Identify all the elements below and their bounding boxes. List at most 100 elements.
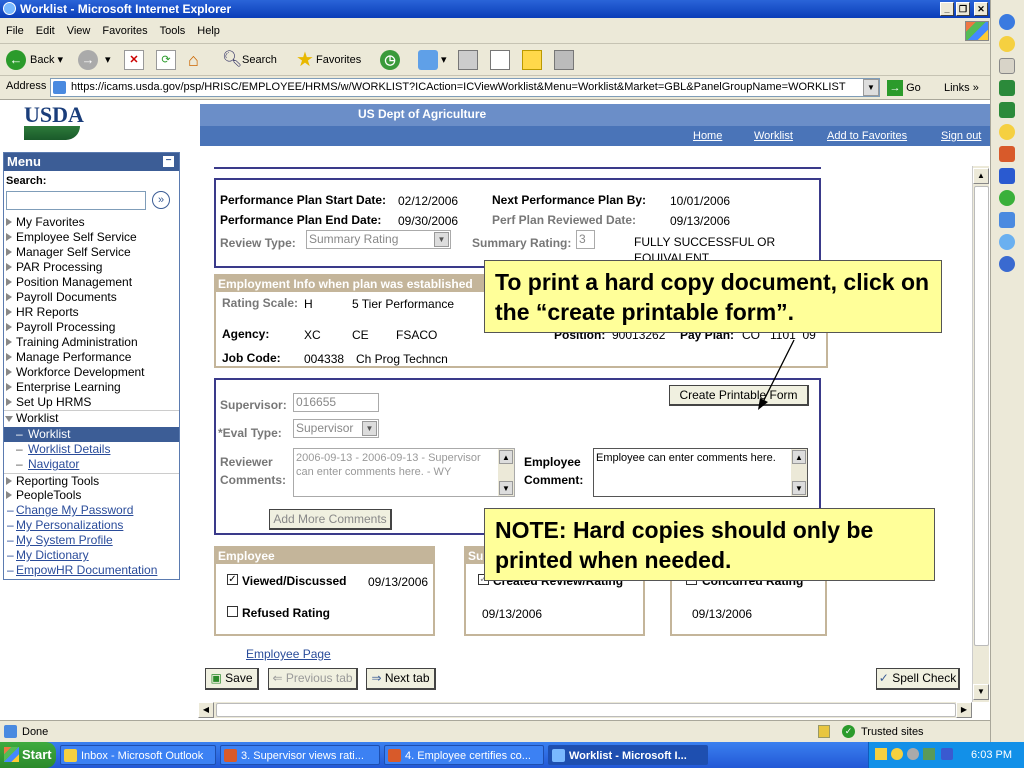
menu-favorites[interactable]: Favorites bbox=[96, 18, 153, 44]
print-button[interactable] bbox=[458, 48, 478, 72]
menu-view[interactable]: View bbox=[61, 18, 97, 44]
employee-page-link[interactable]: Employee Page bbox=[246, 647, 331, 661]
sidebar-item[interactable]: Worklist bbox=[4, 410, 179, 425]
scroll-thumb[interactable] bbox=[974, 186, 989, 646]
sidebar-link[interactable]: – My System Profile bbox=[4, 533, 179, 548]
sidebar-item[interactable]: Payroll Processing bbox=[4, 320, 179, 335]
task-ie-worklist[interactable]: Worklist - Microsoft I... bbox=[548, 745, 708, 765]
sidebar-item[interactable]: Manager Self Service bbox=[4, 245, 179, 260]
task-ppt-4[interactable]: 4. Employee certifies co... bbox=[384, 745, 544, 765]
sidebar-item[interactable]: Set Up HRMS bbox=[4, 395, 179, 410]
vertical-scrollbar[interactable]: ▲ ▼ bbox=[972, 166, 989, 702]
clock-time[interactable]: 6:03 PM bbox=[971, 749, 1012, 761]
discuss-button[interactable] bbox=[522, 48, 542, 72]
task-outlook[interactable]: Inbox - Microsoft Outlook bbox=[60, 745, 216, 765]
horizontal-scrollbar[interactable]: ◀ ▶ bbox=[198, 702, 972, 718]
sidebar-item[interactable]: Position Management bbox=[4, 275, 179, 290]
address-dropdown[interactable]: ▼ bbox=[863, 79, 879, 96]
security-tray-icon[interactable] bbox=[923, 748, 935, 760]
employee-comment-textarea[interactable]: Employee can enter comments here. ▲ ▼ bbox=[593, 448, 808, 497]
supervisor-input[interactable]: 016655 bbox=[293, 393, 379, 412]
scroll-up-icon[interactable]: ▲ bbox=[499, 450, 513, 464]
scroll-right-icon[interactable]: ▶ bbox=[956, 702, 972, 718]
excel-shortcut-icon[interactable] bbox=[999, 80, 1015, 96]
close-button[interactable]: ✕ bbox=[974, 2, 988, 16]
home-button[interactable]: ⌂ bbox=[188, 48, 208, 72]
spell-check-button[interactable]: ✓ Spell Check bbox=[876, 668, 960, 690]
history-button[interactable]: ◷ bbox=[380, 48, 404, 72]
worklist-link[interactable]: Worklist bbox=[754, 130, 793, 142]
menu-tools[interactable]: Tools bbox=[154, 18, 192, 44]
sidebar-item[interactable]: Employee Self Service bbox=[4, 230, 179, 245]
sidebar-item[interactable]: My Favorites bbox=[4, 215, 179, 230]
add-to-favorites-link[interactable]: Add to Favorites bbox=[827, 130, 907, 142]
sidebar-subitem[interactable]: – Worklist Details bbox=[4, 442, 179, 457]
favorites-button[interactable]: ★ Favorites bbox=[296, 48, 361, 72]
sidebar-item[interactable]: Payroll Documents bbox=[4, 290, 179, 305]
sidebar-item[interactable]: Training Administration bbox=[4, 335, 179, 350]
sidebar-link[interactable]: – EmpowHR Documentation bbox=[4, 563, 179, 578]
scroll-left-icon[interactable]: ◀ bbox=[198, 702, 214, 718]
sidebar-item[interactable]: Reporting Tools bbox=[4, 473, 179, 488]
menu-help[interactable]: Help bbox=[191, 18, 226, 44]
start-button[interactable]: Start bbox=[0, 742, 56, 768]
sidebar-item[interactable]: Workforce Development bbox=[4, 365, 179, 380]
sidebar-subitem[interactable]: – Worklist bbox=[4, 427, 179, 442]
links-button[interactable]: Links » bbox=[944, 79, 979, 97]
clock-shortcut-icon-2[interactable] bbox=[999, 124, 1015, 140]
excel-shortcut-icon-2[interactable] bbox=[999, 102, 1015, 118]
menu-edit[interactable]: Edit bbox=[30, 18, 61, 44]
collapse-icon[interactable]: − bbox=[163, 156, 174, 167]
sidebar-item[interactable]: Manage Performance bbox=[4, 350, 179, 365]
sidebar-link[interactable]: – Change My Password bbox=[4, 503, 179, 518]
home-link[interactable]: Home bbox=[693, 130, 722, 142]
menu-file[interactable]: File bbox=[0, 18, 30, 44]
forward-button[interactable]: → ▾ bbox=[78, 48, 111, 72]
shield-tray-icon[interactable] bbox=[941, 748, 953, 760]
media-shortcut-icon[interactable] bbox=[999, 256, 1015, 272]
sign-out-link[interactable]: Sign out bbox=[941, 130, 981, 142]
network-tray-icon[interactable] bbox=[907, 748, 919, 760]
mail-button[interactable]: ▾ bbox=[418, 48, 447, 72]
previous-tab-button[interactable]: ⇐ Previous tab bbox=[268, 668, 358, 690]
add-more-comments-button[interactable]: Add More Comments bbox=[269, 509, 392, 530]
sidebar-link[interactable]: – My Dictionary bbox=[4, 548, 179, 563]
next-tab-button[interactable]: ⇒ Next tab bbox=[366, 668, 436, 690]
search-shortcut-icon[interactable] bbox=[999, 234, 1015, 250]
research-button[interactable] bbox=[554, 48, 574, 72]
sidebar-item[interactable]: PAR Processing bbox=[4, 260, 179, 275]
clock-tray-icon[interactable] bbox=[891, 748, 903, 760]
refused-checkbox[interactable] bbox=[227, 606, 238, 617]
sidebar-item[interactable]: HR Reports bbox=[4, 305, 179, 320]
scroll-down-icon[interactable]: ▼ bbox=[973, 684, 989, 700]
go-button[interactable]: → Go bbox=[887, 79, 921, 97]
scroll-down-icon[interactable]: ▼ bbox=[499, 481, 513, 495]
usda-logo[interactable]: USDA bbox=[24, 104, 84, 144]
sidebar-item[interactable]: Enterprise Learning bbox=[4, 380, 179, 395]
sidebar-link[interactable]: – My Personalizations bbox=[4, 518, 179, 533]
powerpoint-shortcut-icon[interactable] bbox=[999, 146, 1015, 162]
reviewer-comments-textarea[interactable]: 2006-09-13 - 2006-09-13 - Supervisor can… bbox=[293, 448, 515, 497]
search-go-icon[interactable]: » bbox=[152, 191, 170, 209]
task-ppt-3[interactable]: 3. Supervisor views rati... bbox=[220, 745, 380, 765]
back-button[interactable]: ← Back ▾ bbox=[6, 48, 63, 72]
scroll-up-icon[interactable]: ▲ bbox=[973, 168, 989, 184]
sidebar-subitem[interactable]: – Navigator bbox=[4, 457, 179, 472]
eval-type-select[interactable]: Supervisor ▼ bbox=[293, 419, 379, 438]
word-shortcut-icon[interactable] bbox=[999, 168, 1015, 184]
minimize-button[interactable]: _ bbox=[940, 2, 954, 16]
viewed-checkbox[interactable]: ✓ bbox=[227, 574, 238, 585]
clock-shortcut-icon[interactable] bbox=[999, 36, 1015, 52]
mail-tray-icon[interactable] bbox=[875, 748, 887, 760]
address-input[interactable]: https://icams.usda.gov/psp/HRISC/EMPLOYE… bbox=[50, 78, 880, 97]
scroll-down-icon[interactable]: ▼ bbox=[792, 481, 806, 495]
scroll-up-icon[interactable]: ▲ bbox=[792, 450, 806, 464]
hscroll-thumb[interactable] bbox=[216, 703, 956, 717]
stop-button[interactable]: ✕ bbox=[124, 48, 144, 72]
save-button[interactable]: ▣ Save bbox=[205, 668, 259, 690]
explorer-shortcut-icon[interactable] bbox=[999, 212, 1015, 228]
refresh-button[interactable]: ⟳ bbox=[156, 48, 176, 72]
search-button[interactable]: 🔍︎Search bbox=[222, 48, 277, 72]
sidebar-item[interactable]: PeopleTools bbox=[4, 488, 179, 503]
network-shortcut-icon[interactable] bbox=[999, 190, 1015, 206]
